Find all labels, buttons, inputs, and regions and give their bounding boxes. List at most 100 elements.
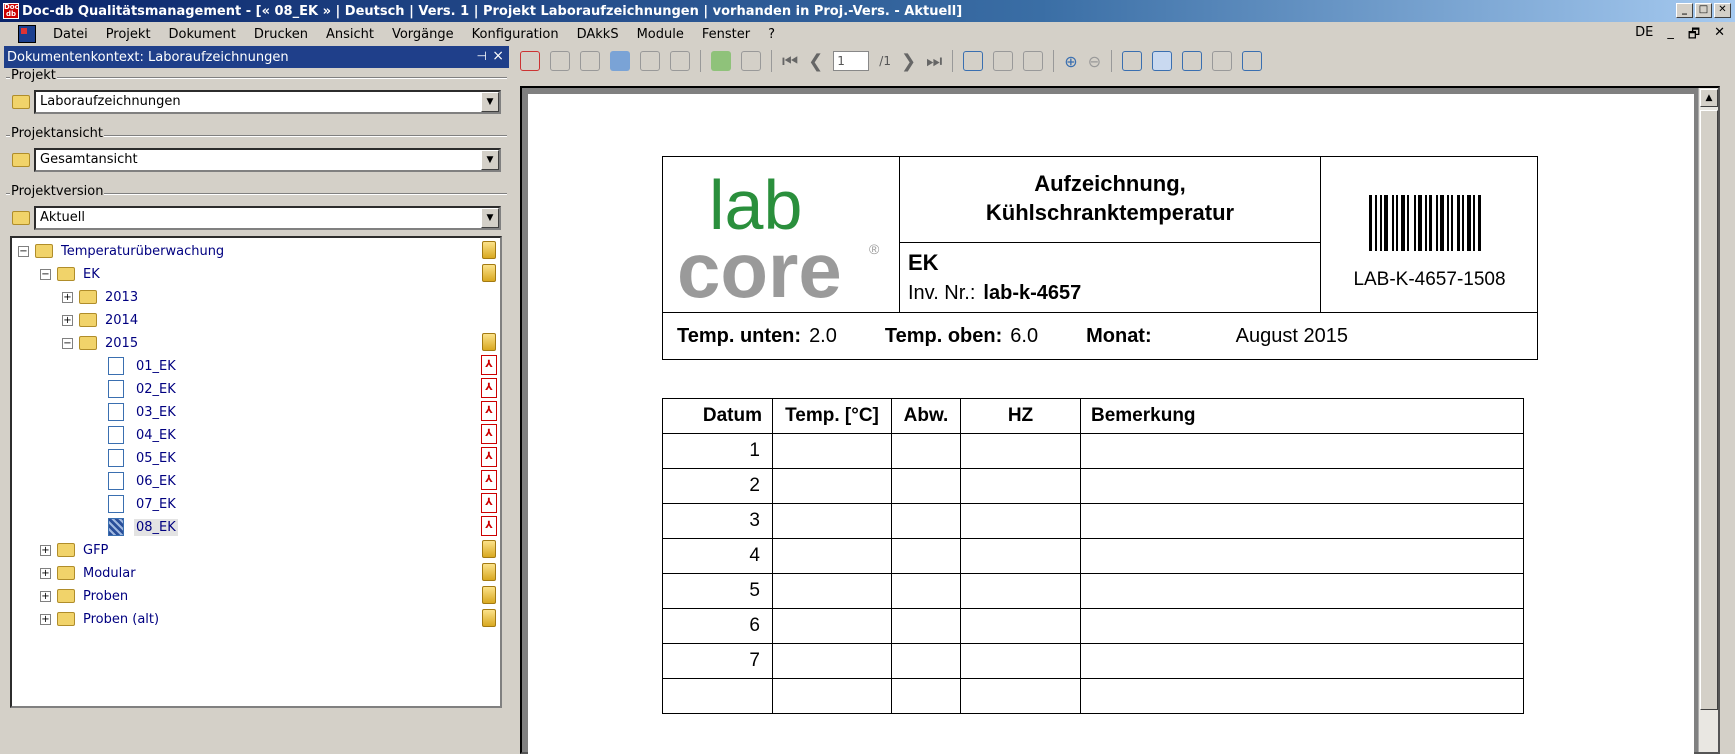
remark-cell[interactable] (1080, 573, 1524, 609)
mdi-restore-icon[interactable]: 🗗 (1688, 25, 1700, 47)
mdi-minimize-icon[interactable]: _ (1667, 25, 1674, 47)
hz-cell[interactable] (960, 573, 1081, 609)
deviation-cell[interactable] (891, 573, 961, 609)
expand-icon[interactable]: + (40, 544, 51, 556)
remark-cell[interactable] (1080, 503, 1524, 539)
panel-close-icon[interactable]: × (492, 48, 504, 64)
fit-width-icon[interactable] (1152, 51, 1173, 71)
tree-label[interactable]: 02_EK (134, 381, 178, 398)
expand-icon[interactable]: + (40, 613, 51, 625)
close-button[interactable]: ✕ (1714, 3, 1731, 18)
previous-page-icon[interactable]: ❮ (808, 51, 823, 72)
print-icon[interactable] (640, 51, 660, 71)
collapse-icon[interactable]: − (18, 245, 29, 257)
collapse-icon[interactable]: − (40, 268, 51, 280)
tree-node-folder[interactable]: + Proben (40, 585, 130, 607)
tree-label[interactable]: Proben (81, 588, 130, 605)
menu-drucken[interactable]: Drucken (245, 27, 317, 42)
menu-help[interactable]: ? (759, 27, 784, 42)
document-tree[interactable]: − Temperaturüberwachung − EK + 2013 + 20… (10, 236, 502, 708)
tree-label[interactable]: 06_EK (134, 473, 178, 490)
hz-cell[interactable] (960, 643, 1081, 679)
temp-cell[interactable] (772, 503, 892, 539)
language-indicator[interactable]: DE (1635, 25, 1653, 47)
zoom-in-icon[interactable]: ⊕ (1064, 52, 1077, 71)
menu-fenster[interactable]: Fenster (693, 27, 759, 42)
pdf-export-icon[interactable] (520, 51, 540, 71)
insert-icon[interactable] (711, 51, 731, 71)
pdf-icon[interactable]: ⅄ (481, 493, 497, 513)
temp-cell[interactable] (772, 678, 892, 714)
maximize-button[interactable]: □ (1695, 3, 1712, 18)
pdf-viewer[interactable]: lab core ® Aufzeichnung, Kühlschranktemp… (520, 86, 1720, 754)
hz-cell[interactable] (960, 608, 1081, 644)
tree-label[interactable]: 03_EK (134, 404, 178, 421)
document-window-icon[interactable] (18, 25, 36, 43)
tree-doc[interactable]: 01_EK (108, 355, 178, 377)
scroll-thumb[interactable] (1700, 110, 1718, 710)
menu-ansicht[interactable]: Ansicht (317, 27, 383, 42)
tree-label[interactable]: 01_EK (134, 358, 178, 375)
tree-label[interactable]: 08_EK (134, 518, 178, 536)
pin-icon[interactable]: ⊣ (477, 49, 487, 63)
last-page-icon[interactable]: ⏭ (926, 51, 942, 72)
pdf-icon[interactable]: ⅄ (481, 516, 497, 536)
dropdown-arrow-icon[interactable]: ▼ (481, 150, 499, 170)
fit-page-icon[interactable] (1122, 51, 1143, 71)
dropdown-arrow-icon[interactable]: ▼ (481, 208, 499, 228)
hz-cell[interactable] (960, 433, 1081, 469)
expand-icon[interactable]: + (40, 590, 51, 602)
remark-cell[interactable] (1080, 643, 1524, 679)
tree-doc[interactable]: 07_EK (108, 493, 178, 515)
pdf-icon[interactable]: ⅄ (481, 355, 497, 375)
expand-icon[interactable]: + (62, 291, 73, 303)
pdf-icon[interactable]: ⅄ (481, 447, 497, 467)
tree-label[interactable]: Modular (81, 565, 138, 582)
tree-doc[interactable]: 04_EK (108, 424, 178, 446)
menu-vorgaenge[interactable]: Vorgänge (383, 27, 463, 42)
hz-cell[interactable] (960, 503, 1081, 539)
temp-cell[interactable] (772, 608, 892, 644)
text-select-icon[interactable] (993, 51, 1014, 71)
expand-icon[interactable]: + (40, 567, 51, 579)
new-document-icon[interactable] (550, 51, 570, 71)
hz-cell[interactable] (960, 468, 1081, 504)
pdf-icon[interactable]: ⅄ (481, 470, 497, 490)
continuous-icon[interactable] (1242, 51, 1263, 71)
tree-label[interactable]: 04_EK (134, 427, 178, 444)
tree-node-ek[interactable]: − EK (40, 263, 102, 285)
deviation-cell[interactable] (891, 643, 961, 679)
minimize-button[interactable]: _ (1676, 3, 1693, 18)
menu-projekt[interactable]: Projekt (97, 27, 160, 42)
scroll-up-icon[interactable]: ▲ (1700, 89, 1718, 107)
hand-tool-icon[interactable] (963, 51, 984, 71)
next-page-icon[interactable]: ❯ (901, 51, 916, 72)
pdf-icon[interactable]: ⅄ (481, 424, 497, 444)
tree-label[interactable]: 07_EK (134, 496, 178, 513)
two-page-icon[interactable] (1212, 51, 1233, 71)
mdi-close-icon[interactable]: ✕ (1714, 25, 1725, 47)
tree-node-root[interactable]: − Temperaturüberwachung (18, 240, 226, 262)
tree-label[interactable]: 2013 (103, 289, 140, 306)
tree-node-year[interactable]: + 2013 (62, 286, 140, 308)
deviation-cell[interactable] (891, 538, 961, 574)
remark-cell[interactable] (1080, 678, 1524, 714)
copy-icon[interactable] (741, 51, 761, 71)
tree-doc[interactable]: 06_EK (108, 470, 178, 492)
tree-label[interactable]: 2014 (103, 312, 140, 329)
wrench-icon[interactable] (580, 51, 600, 71)
dropdown-arrow-icon[interactable]: ▼ (481, 92, 499, 112)
remark-cell[interactable] (1080, 538, 1524, 574)
remark-cell[interactable] (1080, 433, 1524, 469)
menu-datei[interactable]: Datei (44, 27, 97, 42)
zoom-out-icon[interactable]: ⊖ (1088, 52, 1101, 71)
tree-node-folder[interactable]: + Proben (alt) (40, 608, 161, 630)
tree-label[interactable]: 2015 (103, 335, 140, 352)
deviation-cell[interactable] (891, 433, 961, 469)
first-page-icon[interactable]: ⏮ (782, 51, 798, 72)
menu-konfiguration[interactable]: Konfiguration (463, 27, 568, 42)
version-select[interactable]: Aktuell ▼ (34, 206, 501, 230)
vertical-scrollbar[interactable]: ▲ (1698, 88, 1718, 752)
page-number-input[interactable]: 1 (833, 51, 870, 71)
tree-node-folder[interactable]: + GFP (40, 539, 110, 561)
